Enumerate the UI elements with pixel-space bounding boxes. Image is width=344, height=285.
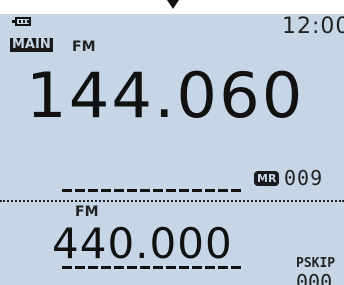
sub-frequency-readout[interactable]: 440.000 [52, 220, 233, 268]
band-divider [0, 200, 344, 202]
main-memory-channel: 009 [284, 166, 324, 190]
main-frequency-readout[interactable]: 144.060 [26, 62, 305, 130]
sub-s-meter-bar [62, 266, 242, 269]
clock-readout: 12:00 [282, 14, 344, 39]
sub-memory-channel: 000 [296, 270, 333, 285]
main-band-badge: MAIN [10, 37, 53, 52]
main-operating-mode: FM [72, 39, 96, 55]
memory-mode-badge: MR [254, 171, 280, 186]
main-s-meter-bar [62, 189, 242, 192]
transceiver-lcd-display: 12:00 MAIN FM 144.060 MR 009 FM 440.000 … [0, 14, 344, 285]
battery-icon [12, 17, 31, 26]
sub-operating-mode: FM [75, 204, 99, 220]
display-pointer-arrow [167, 0, 179, 9]
program-skip-indicator: PSKIP [296, 256, 336, 271]
